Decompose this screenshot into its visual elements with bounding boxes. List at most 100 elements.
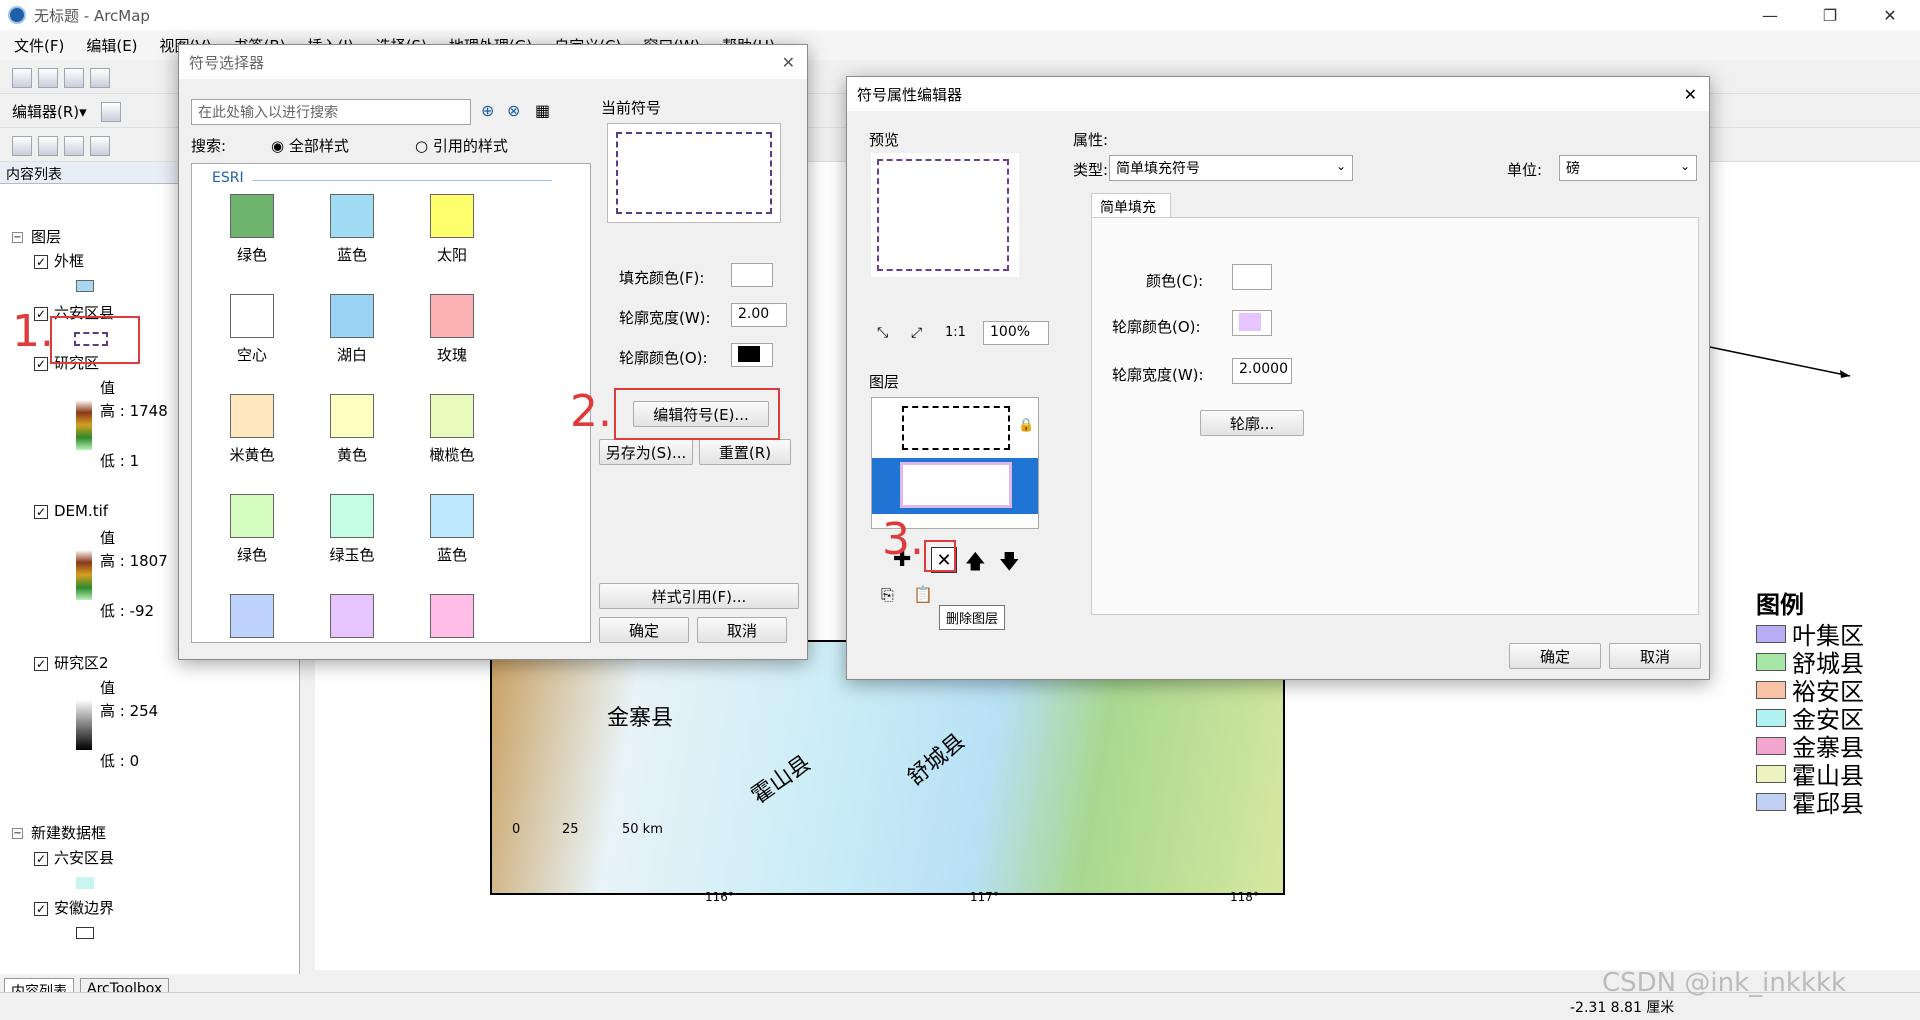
minimize-button[interactable]: — [1740,0,1800,30]
swatch-preview [430,194,474,238]
layer-checkbox[interactable]: ✓ [34,656,48,671]
pan-icon[interactable] [64,135,84,156]
search-options-icon[interactable]: ⊗ [507,101,520,120]
legend-swatch [1756,792,1786,811]
symbol-swatch[interactable]: 绿玉色 [312,494,392,565]
outline-width-input[interactable]: 2.00 [731,303,787,327]
outline-button[interactable]: 轮廓... [1200,410,1304,436]
symbol-gallery[interactable]: ESRI 绿色 蓝色 太阳 空心 湖白 玫瑰 米黄色 黄色 橄榄色 绿色 绿玉色 蓝色 [191,163,591,643]
chevron-down-icon: ⌄ [1335,159,1346,173]
symbol-swatch[interactable]: 玫瑰 [412,294,492,365]
fit-icon[interactable]: ⤡ [877,325,888,341]
style-references-button[interactable]: 样式引用(F)... [599,583,799,609]
symbol-swatch[interactable]: 黄色 [312,394,392,465]
edit-tool-icon[interactable] [100,101,121,122]
high-label: 高 : 254 [100,702,159,720]
layer-checkbox[interactable]: ✓ [34,851,48,866]
zoom-in-icon[interactable] [12,135,32,156]
symbol-swatch[interactable]: 太阳 [412,194,492,265]
swatch-label: 湖白 [336,346,367,364]
save-as-button[interactable]: 另存为(S)... [599,439,693,465]
layer-name[interactable]: 六安区县 [54,849,114,867]
scalebar-label: 25 [562,822,579,837]
low-label: 低 : 0 [100,752,140,770]
fill-extent-icon[interactable]: ⤢ [911,325,922,341]
outline-color-picker[interactable] [731,343,773,367]
symbol-swatch[interactable]: 蓝色 [412,494,492,565]
paste-icon[interactable]: 📋 [913,585,933,604]
legend-swatch [1756,736,1786,755]
preview-label: 预览 [869,131,900,149]
open-icon[interactable] [38,67,58,88]
symbol-type-select[interactable]: 简单填充符号 ⌄ [1109,155,1353,181]
expand-icon[interactable]: − [12,828,23,839]
symbol-swatch[interactable] [312,594,392,642]
layer-name[interactable]: 研究区2 [54,654,109,672]
outline-color-picker[interactable] [1232,310,1272,336]
swatch-label: 玫瑰 [436,346,467,364]
symbol-swatch[interactable]: 空心 [212,294,292,365]
radio-all-styles[interactable]: ◉ 全部样式 [271,135,349,156]
symbol-swatch[interactable]: 绿色 [212,194,292,265]
lock-icon[interactable]: 🔒 [1018,418,1034,433]
fill-color-picker[interactable] [1232,264,1272,290]
fill-color-picker[interactable] [731,263,773,287]
symbol-layer-fill-selected[interactable] [872,458,1038,514]
symbol-swatch[interactable]: 橄榄色 [412,394,492,465]
symbol-swatch[interactable] [212,594,292,642]
close-icon[interactable]: ✕ [782,53,795,72]
layer-symbol[interactable] [76,927,94,939]
layer-name[interactable]: DEM.tif [54,502,108,520]
editor-menu-button[interactable]: 编辑器(R)▾ [12,101,87,122]
reset-button[interactable]: 重置(R) [699,439,791,465]
layer-name[interactable]: 外框 [54,252,84,270]
ok-button[interactable]: 确定 [599,617,689,643]
actual-size-icon[interactable]: 1:1 [945,325,966,340]
new-icon[interactable] [12,67,32,88]
symbol-swatch[interactable]: 湖白 [312,294,392,365]
symbol-swatch[interactable]: 米黄色 [212,394,292,465]
ok-button[interactable]: 确定 [1509,643,1601,669]
data-frame-label[interactable]: 新建数据框 [31,824,106,842]
symbol-layer-outline[interactable] [902,406,1010,450]
restore-button[interactable]: ❐ [1800,0,1860,30]
tab-simple-fill[interactable]: 简单填充 [1091,193,1171,217]
zoom-select[interactable]: 100% [983,321,1049,345]
cancel-button[interactable]: 取消 [1609,643,1701,669]
swatch-preview [330,594,374,638]
outline-width-label: 轮廓宽度(W): [1112,366,1204,384]
full-extent-icon[interactable] [90,135,110,156]
symbol-layers-list[interactable]: 🔒 [871,397,1039,529]
layer-checkbox[interactable]: ✓ [34,356,48,371]
print-icon[interactable] [90,67,110,88]
move-up-icon[interactable]: 🡅 [965,547,986,581]
symbol-swatch[interactable]: 蓝色 [312,194,392,265]
expand-icon[interactable]: − [12,232,23,243]
move-down-icon[interactable]: 🡇 [999,547,1020,581]
layer-name[interactable]: 安徽边界 [54,899,114,917]
unit-select[interactable]: 磅 ⌄ [1559,155,1697,181]
menu-edit[interactable]: 编辑(E) [86,35,137,56]
layer-checkbox[interactable]: ✓ [34,504,48,519]
search-icon[interactable]: ⊕ [481,101,494,120]
layer-symbol[interactable] [76,280,94,292]
layer-checkbox[interactable]: ✓ [34,254,48,269]
close-icon[interactable]: ✕ [1684,85,1697,104]
close-window-button[interactable]: ✕ [1860,0,1920,30]
property-editor-title: 符号属性编辑器 [847,77,1709,111]
save-icon[interactable] [64,67,84,88]
menu-file[interactable]: 文件(F) [14,35,64,56]
radio-referenced-styles[interactable]: ○ 引用的样式 [415,135,508,156]
symbol-swatch[interactable]: 绿色 [212,494,292,565]
search-input[interactable]: 在此处输入以进行搜索 [191,99,471,125]
zoom-out-icon[interactable] [38,135,58,156]
symbol-swatch[interactable] [412,594,492,642]
swatch-preview [430,294,474,338]
layer-symbol[interactable] [76,877,94,889]
layer-checkbox[interactable]: ✓ [34,901,48,916]
cancel-button[interactable]: 取消 [697,617,787,643]
outline-width-input[interactable]: 2.0000 [1232,358,1292,384]
copy-icon[interactable]: ⎘ [881,585,894,605]
swatch-label: 空心 [236,346,267,364]
view-grid-icon[interactable]: ▦ [535,101,550,120]
